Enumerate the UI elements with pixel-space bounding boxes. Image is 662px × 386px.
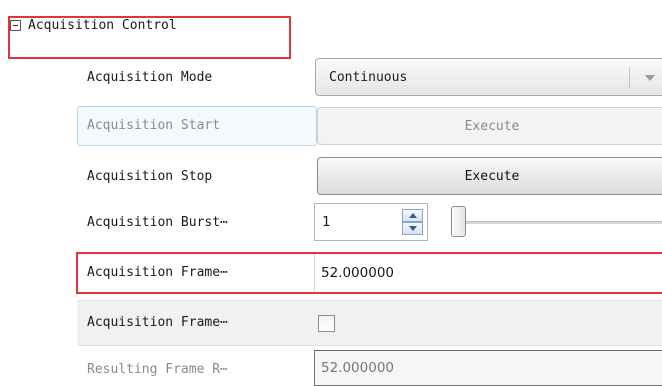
resulting-frame-rate-field: 52.000000 <box>314 350 662 386</box>
acquisition-stop-label: Acquisition Stop <box>87 169 213 184</box>
spin-down-icon[interactable] <box>402 222 423 235</box>
resulting-frame-rate-label: Resulting Frame R⋯ <box>87 362 228 377</box>
acquisition-start-execute-button[interactable]: Execute <box>317 107 662 145</box>
minus-box-icon[interactable] <box>10 19 21 31</box>
acquisition-stop-execute-button[interactable]: Execute <box>317 157 662 195</box>
frame-rate-row-highlight <box>76 252 662 294</box>
acquisition-frame-enable-label: Acquisition Frame⋯ <box>87 315 228 330</box>
dropdown-separator <box>629 67 630 89</box>
acquisition-mode-dropdown[interactable]: Continuous <box>315 58 662 96</box>
acquisition-burst-slider-track[interactable] <box>460 221 662 224</box>
acquisition-mode-value: Continuous <box>329 69 408 85</box>
acquisition-start-label: Acquisition Start <box>87 118 221 133</box>
section-header[interactable]: Acquisition Control <box>10 14 177 36</box>
spin-up-icon[interactable] <box>402 209 423 222</box>
acquisition-burst-spinbox[interactable]: 1 <box>314 203 428 241</box>
chevron-down-icon[interactable] <box>645 75 655 81</box>
acquisition-burst-value[interactable]: 1 <box>322 214 331 230</box>
acquisition-frame-enable-checkbox[interactable] <box>318 315 335 332</box>
acquisition-burst-slider-thumb[interactable] <box>451 206 466 237</box>
section-title: Acquisition Control <box>28 17 177 33</box>
acquisition-burst-label: Acquisition Burst⋯ <box>87 215 228 230</box>
acquisition-mode-label: Acquisition Mode <box>87 70 213 85</box>
